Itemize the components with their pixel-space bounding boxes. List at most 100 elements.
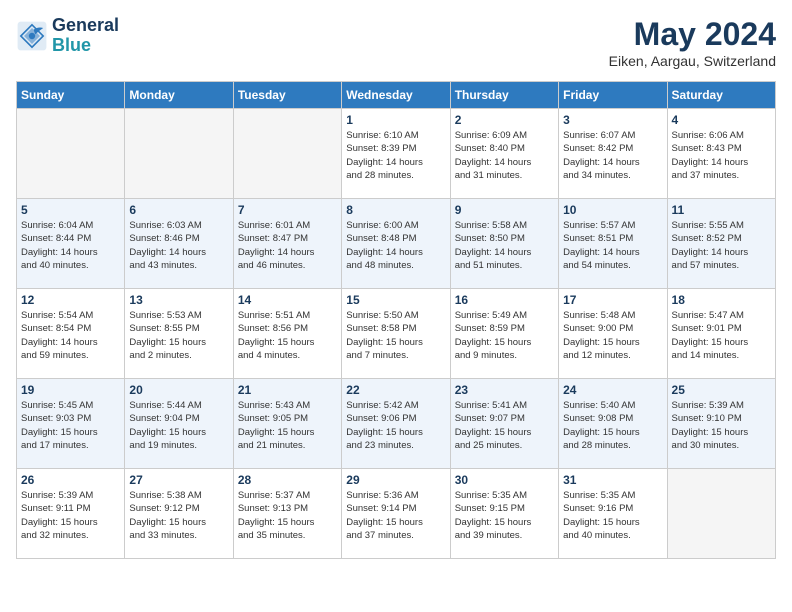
day-number: 24 xyxy=(563,383,662,397)
day-number: 16 xyxy=(455,293,554,307)
day-number: 19 xyxy=(21,383,120,397)
day-info: Sunrise: 5:40 AM Sunset: 9:08 PM Dayligh… xyxy=(563,399,662,452)
logo-text: GeneralBlue xyxy=(52,16,119,56)
day-info: Sunrise: 5:53 AM Sunset: 8:55 PM Dayligh… xyxy=(129,309,228,362)
day-info: Sunrise: 5:50 AM Sunset: 8:58 PM Dayligh… xyxy=(346,309,445,362)
calendar-week-row: 12Sunrise: 5:54 AM Sunset: 8:54 PM Dayli… xyxy=(17,289,776,379)
column-header-tuesday: Tuesday xyxy=(233,82,341,109)
day-info: Sunrise: 5:47 AM Sunset: 9:01 PM Dayligh… xyxy=(672,309,771,362)
day-number: 8 xyxy=(346,203,445,217)
day-number: 28 xyxy=(238,473,337,487)
day-number: 3 xyxy=(563,113,662,127)
calendar-table: SundayMondayTuesdayWednesdayThursdayFrid… xyxy=(16,81,776,559)
location: Eiken, Aargau, Switzerland xyxy=(609,53,776,69)
day-info: Sunrise: 5:35 AM Sunset: 9:16 PM Dayligh… xyxy=(563,489,662,542)
day-number: 5 xyxy=(21,203,120,217)
day-number: 14 xyxy=(238,293,337,307)
calendar-cell: 1 Sunrise: 6:10 AM Sunset: 8:39 PM Daylig… xyxy=(342,109,450,199)
calendar-cell: 13 Sunrise: 5:53 AM Sunset: 8:55 PM Dayli… xyxy=(125,289,233,379)
calendar-cell: 21Sunrise: 5:43 AM Sunset: 9:05 PM Dayli… xyxy=(233,379,341,469)
day-info: Sunrise: 6:06 AM Sunset: 8:43 PM Dayligh… xyxy=(672,129,771,182)
day-info: Sunrise: 5:42 AM Sunset: 9:06 PM Dayligh… xyxy=(346,399,445,452)
day-info: Sunrise: 6:01 AM Sunset: 8:47 PM Dayligh… xyxy=(238,219,337,272)
logo: GeneralBlue xyxy=(16,16,119,56)
calendar-cell: 17Sunrise: 5:48 AM Sunset: 9:00 PM Dayli… xyxy=(559,289,667,379)
day-info: Sunrise: 6:03 AM Sunset: 8:46 PM Dayligh… xyxy=(129,219,228,272)
calendar-cell: 27Sunrise: 5:38 AM Sunset: 9:12 PM Dayli… xyxy=(125,469,233,559)
calendar-cell xyxy=(667,469,775,559)
calendar-cell xyxy=(17,109,125,199)
calendar-cell xyxy=(233,109,341,199)
day-number: 17 xyxy=(563,293,662,307)
calendar-cell: 18 Sunrise: 5:47 AM Sunset: 9:01 PM Dayli… xyxy=(667,289,775,379)
calendar-cell: 11 Sunrise: 5:55 AM Sunset: 8:52 PM Dayli… xyxy=(667,199,775,289)
calendar-cell: 24 Sunrise: 5:40 AM Sunset: 9:08 PM Dayli… xyxy=(559,379,667,469)
calendar-cell: 29Sunrise: 5:36 AM Sunset: 9:14 PM Dayli… xyxy=(342,469,450,559)
title-block: May 2024 Eiken, Aargau, Switzerland xyxy=(609,16,776,69)
day-info: Sunrise: 5:57 AM Sunset: 8:51 PM Dayligh… xyxy=(563,219,662,272)
column-header-saturday: Saturday xyxy=(667,82,775,109)
day-info: Sunrise: 5:58 AM Sunset: 8:50 PM Dayligh… xyxy=(455,219,554,272)
calendar-cell: 8Sunrise: 6:00 AM Sunset: 8:48 PM Daylig… xyxy=(342,199,450,289)
calendar-cell: 10 Sunrise: 5:57 AM Sunset: 8:51 PM Dayli… xyxy=(559,199,667,289)
month-title: May 2024 xyxy=(609,16,776,53)
calendar-cell: 23 Sunrise: 5:41 AM Sunset: 9:07 PM Dayli… xyxy=(450,379,558,469)
calendar-cell: 25Sunrise: 5:39 AM Sunset: 9:10 PM Dayli… xyxy=(667,379,775,469)
day-info: Sunrise: 5:37 AM Sunset: 9:13 PM Dayligh… xyxy=(238,489,337,542)
day-number: 30 xyxy=(455,473,554,487)
page-header: GeneralBlue May 2024 Eiken, Aargau, Swit… xyxy=(16,16,776,69)
day-number: 2 xyxy=(455,113,554,127)
calendar-header-row: SundayMondayTuesdayWednesdayThursdayFrid… xyxy=(17,82,776,109)
calendar-cell: 22 Sunrise: 5:42 AM Sunset: 9:06 PM Dayli… xyxy=(342,379,450,469)
calendar-cell: 20 Sunrise: 5:44 AM Sunset: 9:04 PM Dayli… xyxy=(125,379,233,469)
calendar-body: 1 Sunrise: 6:10 AM Sunset: 8:39 PM Daylig… xyxy=(17,109,776,559)
day-number: 1 xyxy=(346,113,445,127)
day-number: 7 xyxy=(238,203,337,217)
calendar-week-row: 5Sunrise: 6:04 AM Sunset: 8:44 PM Daylig… xyxy=(17,199,776,289)
day-info: Sunrise: 5:41 AM Sunset: 9:07 PM Dayligh… xyxy=(455,399,554,452)
calendar-cell: 30 Sunrise: 5:35 AM Sunset: 9:15 PM Dayli… xyxy=(450,469,558,559)
calendar-cell: 4 Sunrise: 6:06 AM Sunset: 8:43 PM Daylig… xyxy=(667,109,775,199)
calendar-cell: 15Sunrise: 5:50 AM Sunset: 8:58 PM Dayli… xyxy=(342,289,450,379)
day-info: Sunrise: 5:45 AM Sunset: 9:03 PM Dayligh… xyxy=(21,399,120,452)
day-number: 31 xyxy=(563,473,662,487)
day-info: Sunrise: 5:51 AM Sunset: 8:56 PM Dayligh… xyxy=(238,309,337,362)
calendar-cell: 7 Sunrise: 6:01 AM Sunset: 8:47 PM Daylig… xyxy=(233,199,341,289)
day-number: 22 xyxy=(346,383,445,397)
calendar-cell: 2 Sunrise: 6:09 AM Sunset: 8:40 PM Daylig… xyxy=(450,109,558,199)
day-number: 10 xyxy=(563,203,662,217)
day-number: 18 xyxy=(672,293,771,307)
calendar-cell: 31 Sunrise: 5:35 AM Sunset: 9:16 PM Dayli… xyxy=(559,469,667,559)
calendar-week-row: 26Sunrise: 5:39 AM Sunset: 9:11 PM Dayli… xyxy=(17,469,776,559)
calendar-cell: 9 Sunrise: 5:58 AM Sunset: 8:50 PM Daylig… xyxy=(450,199,558,289)
day-info: Sunrise: 5:35 AM Sunset: 9:15 PM Dayligh… xyxy=(455,489,554,542)
calendar-cell: 14 Sunrise: 5:51 AM Sunset: 8:56 PM Dayli… xyxy=(233,289,341,379)
calendar-cell: 3 Sunrise: 6:07 AM Sunset: 8:42 PM Daylig… xyxy=(559,109,667,199)
day-number: 26 xyxy=(21,473,120,487)
day-number: 27 xyxy=(129,473,228,487)
day-info: Sunrise: 6:09 AM Sunset: 8:40 PM Dayligh… xyxy=(455,129,554,182)
calendar-cell: 6Sunrise: 6:03 AM Sunset: 8:46 PM Daylig… xyxy=(125,199,233,289)
day-number: 11 xyxy=(672,203,771,217)
day-info: Sunrise: 6:07 AM Sunset: 8:42 PM Dayligh… xyxy=(563,129,662,182)
logo-icon xyxy=(16,20,48,52)
day-number: 21 xyxy=(238,383,337,397)
day-info: Sunrise: 5:49 AM Sunset: 8:59 PM Dayligh… xyxy=(455,309,554,362)
column-header-sunday: Sunday xyxy=(17,82,125,109)
day-info: Sunrise: 5:44 AM Sunset: 9:04 PM Dayligh… xyxy=(129,399,228,452)
day-info: Sunrise: 6:10 AM Sunset: 8:39 PM Dayligh… xyxy=(346,129,445,182)
day-number: 4 xyxy=(672,113,771,127)
day-number: 20 xyxy=(129,383,228,397)
calendar-cell: 28 Sunrise: 5:37 AM Sunset: 9:13 PM Dayli… xyxy=(233,469,341,559)
column-header-friday: Friday xyxy=(559,82,667,109)
day-info: Sunrise: 5:36 AM Sunset: 9:14 PM Dayligh… xyxy=(346,489,445,542)
day-info: Sunrise: 5:55 AM Sunset: 8:52 PM Dayligh… xyxy=(672,219,771,272)
day-number: 23 xyxy=(455,383,554,397)
calendar-cell: 16 Sunrise: 5:49 AM Sunset: 8:59 PM Dayli… xyxy=(450,289,558,379)
calendar-week-row: 19 Sunrise: 5:45 AM Sunset: 9:03 PM Dayli… xyxy=(17,379,776,469)
calendar-cell xyxy=(125,109,233,199)
column-header-monday: Monday xyxy=(125,82,233,109)
day-number: 13 xyxy=(129,293,228,307)
calendar-cell: 12Sunrise: 5:54 AM Sunset: 8:54 PM Dayli… xyxy=(17,289,125,379)
day-number: 9 xyxy=(455,203,554,217)
